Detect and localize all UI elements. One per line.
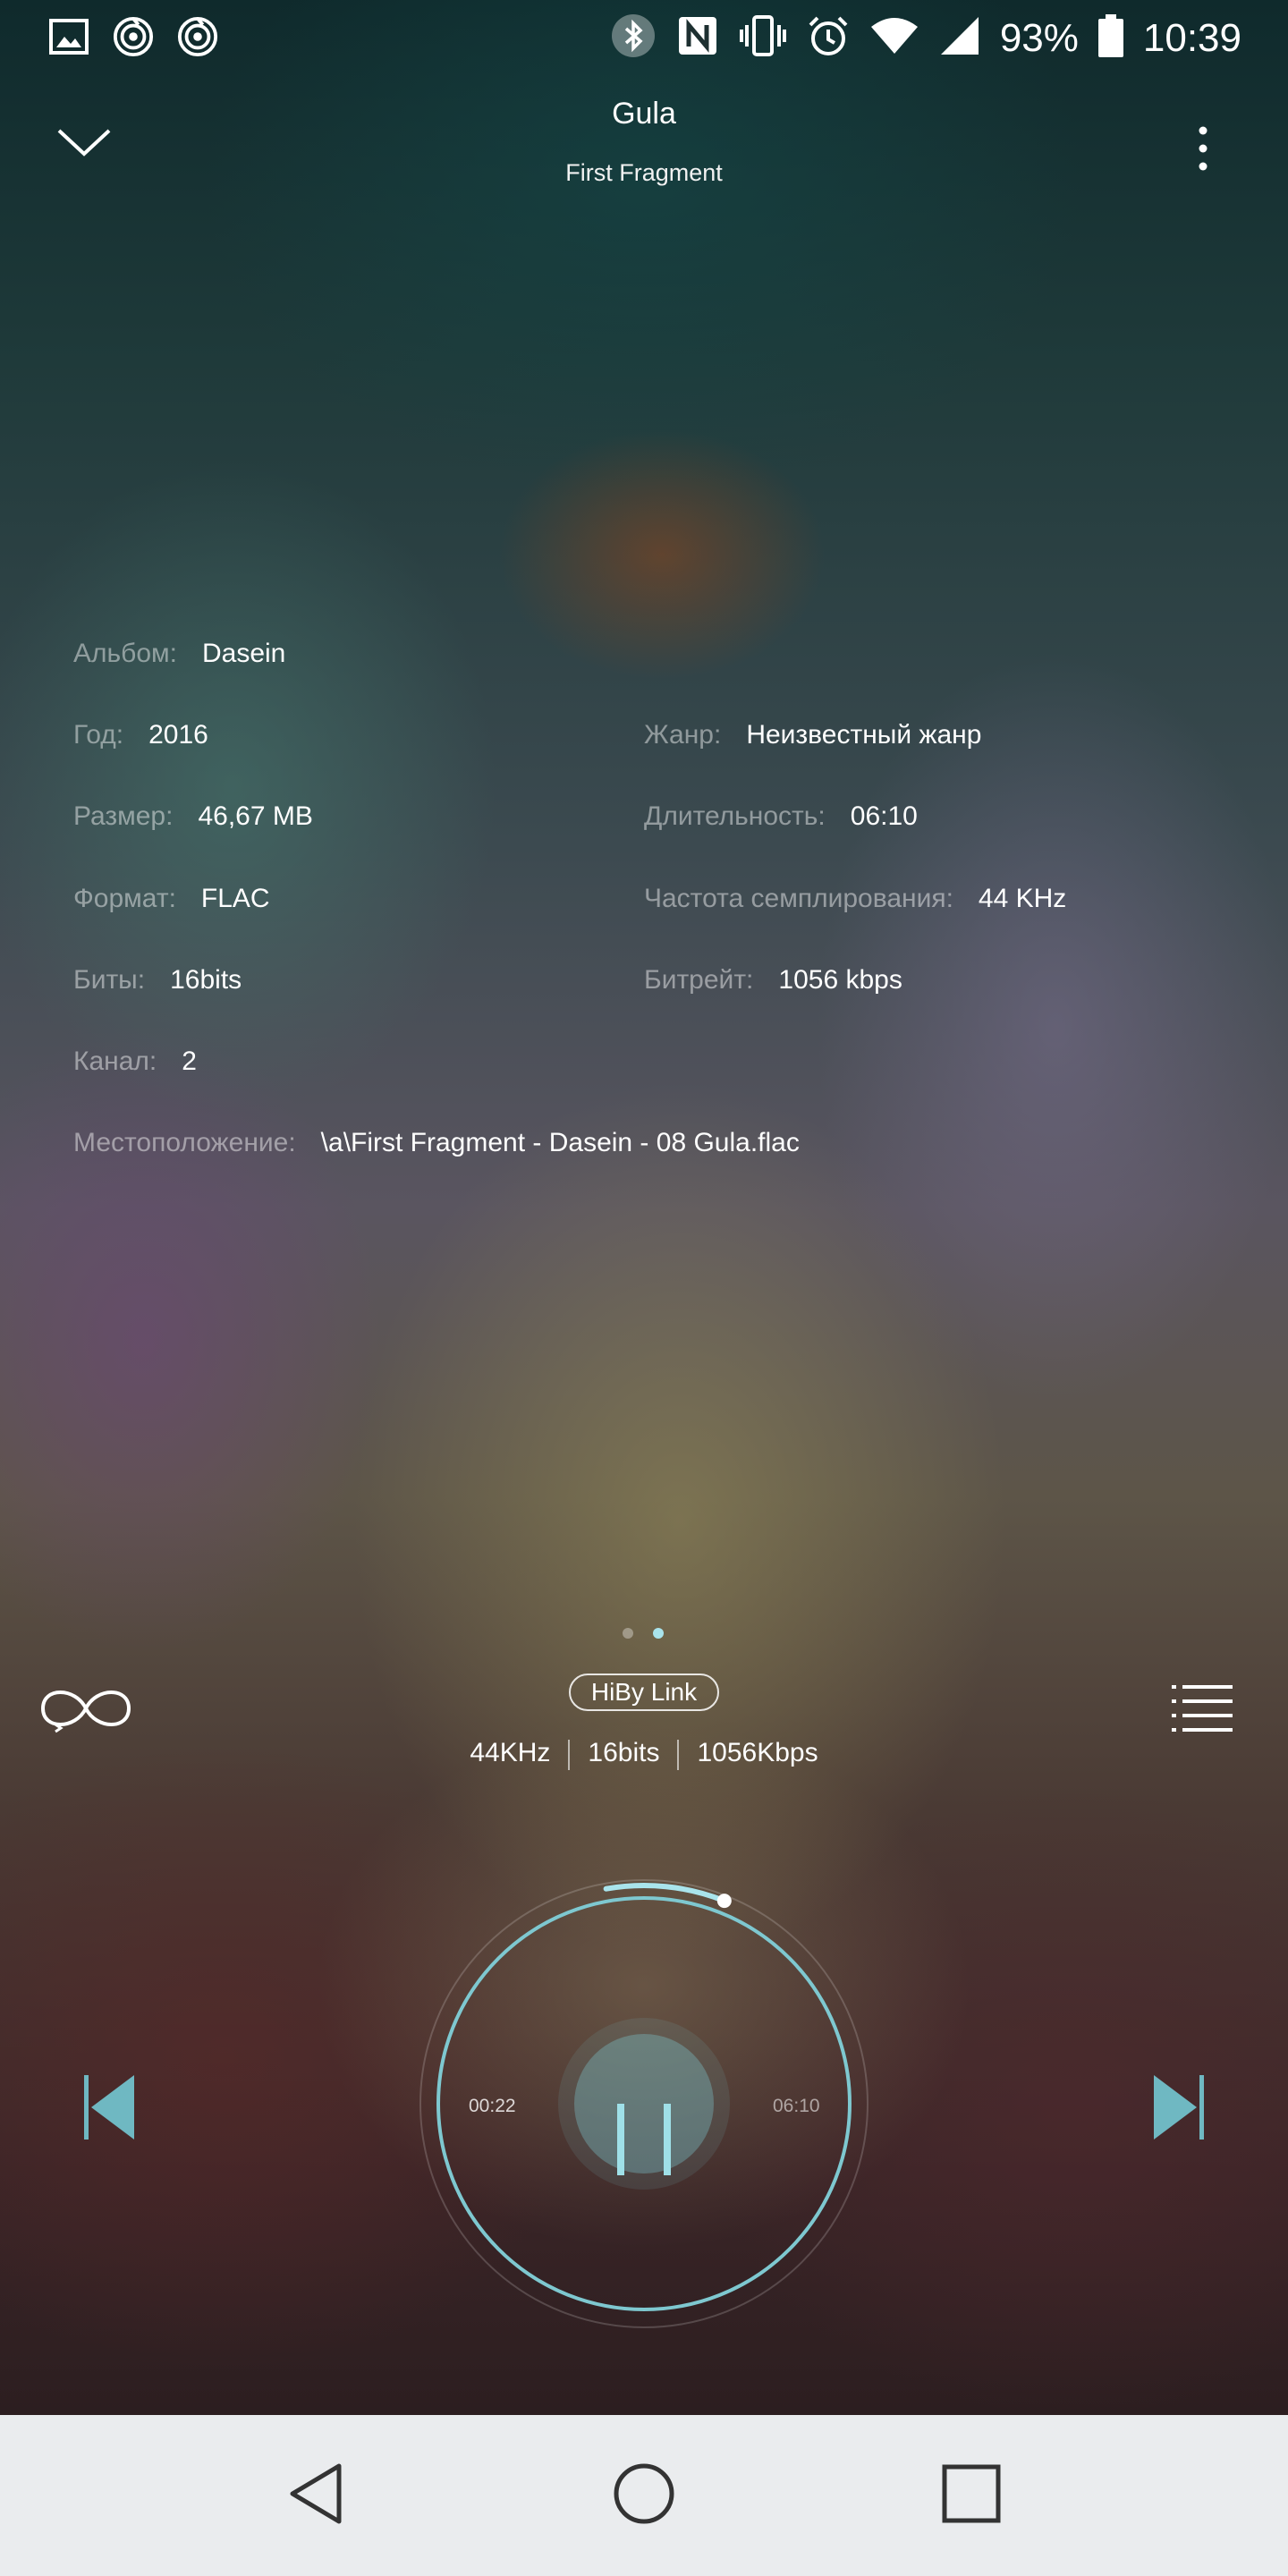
info-label: Размер: bbox=[73, 801, 174, 831]
navigation-bar bbox=[0, 2415, 1288, 2576]
info-label: Длительность: bbox=[644, 801, 826, 831]
hiby-link-button[interactable]: HiBy Link bbox=[569, 1674, 719, 1711]
info-format: Формат: FLAC bbox=[73, 884, 270, 914]
info-value: 16bits bbox=[170, 965, 242, 995]
audio-specs: 44KHz 16bits 1056Kbps bbox=[0, 1738, 1288, 1770]
spec-sample-rate: 44KHz bbox=[470, 1738, 551, 1767]
nav-recents-button[interactable] bbox=[927, 2451, 1016, 2540]
pager-dot-active[interactable] bbox=[653, 1628, 664, 1639]
info-label: Канал: bbox=[73, 1046, 157, 1076]
info-value: Dasein bbox=[201, 639, 286, 668]
vibrate-icon bbox=[739, 14, 787, 62]
battery-icon bbox=[1097, 14, 1123, 62]
previous-track-button[interactable] bbox=[82, 2072, 138, 2143]
info-genre: Жанр: Неизвестный жанр bbox=[644, 720, 981, 750]
info-album: Альбом: Dasein bbox=[73, 639, 285, 669]
info-year: Год: 2016 bbox=[73, 720, 208, 750]
signal-icon bbox=[939, 15, 980, 61]
info-value: 46,67 MB bbox=[198, 801, 313, 831]
info-value: 06:10 bbox=[850, 801, 918, 831]
nfc-icon bbox=[676, 14, 719, 62]
repeat-icon bbox=[39, 1690, 132, 1739]
status-bar: 93% 10:39 bbox=[0, 0, 1288, 75]
info-label: Битрейт: bbox=[644, 965, 754, 995]
gallery-icon bbox=[48, 16, 89, 57]
info-bits: Биты: 16bits bbox=[73, 965, 242, 996]
playlist-button[interactable] bbox=[1172, 1683, 1233, 1737]
bluetooth-icon bbox=[610, 13, 657, 64]
info-label: Альбом: bbox=[73, 639, 177, 668]
info-duration: Длительность: 06:10 bbox=[644, 801, 918, 832]
info-location: Местоположение: \a\First Fragment - Dasei… bbox=[73, 1128, 800, 1158]
info-label: Жанр: bbox=[644, 720, 722, 750]
wifi-icon bbox=[869, 16, 919, 60]
nav-home-icon bbox=[613, 2462, 675, 2529]
clock: 10:39 bbox=[1142, 15, 1241, 60]
alarm-icon bbox=[807, 14, 850, 62]
more-options-button[interactable] bbox=[1181, 122, 1225, 184]
repeat-mode-button[interactable] bbox=[39, 1682, 132, 1735]
info-value: 2 bbox=[182, 1046, 197, 1076]
info-value: \a\First Fragment - Dasein - 08 Gula.fla… bbox=[320, 1128, 800, 1157]
info-value: 44 KHz bbox=[978, 884, 1067, 913]
info-sample-rate: Частота семплирования: 44 KHz bbox=[644, 884, 1066, 914]
nav-back-button[interactable] bbox=[271, 2451, 360, 2540]
info-label: Формат: bbox=[73, 884, 176, 913]
info-label: Биты: bbox=[73, 965, 146, 995]
info-value: Неизвестный жанр bbox=[746, 720, 982, 750]
info-label: Местоположение: bbox=[73, 1128, 296, 1157]
info-value: FLAC bbox=[200, 884, 270, 913]
info-size: Размер: 46,67 MB bbox=[73, 801, 313, 832]
next-track-button[interactable] bbox=[1150, 2072, 1206, 2143]
app-notification-icon bbox=[177, 16, 218, 57]
pause-button[interactable] bbox=[608, 2104, 680, 2175]
more-vert-icon bbox=[1181, 126, 1225, 188]
skip-next-icon bbox=[1150, 2075, 1206, 2147]
pager-dot[interactable] bbox=[623, 1628, 633, 1639]
info-label: Год: bbox=[73, 720, 124, 750]
nav-recents-icon bbox=[942, 2464, 1001, 2528]
spec-bit-depth: 16bits bbox=[588, 1738, 660, 1767]
info-channel: Канал: 2 bbox=[73, 1046, 197, 1077]
pause-icon bbox=[608, 2104, 680, 2179]
info-value: 2016 bbox=[148, 720, 208, 750]
spec-bitrate: 1056Kbps bbox=[697, 1738, 818, 1767]
track-title: Gula bbox=[612, 97, 676, 131]
info-bitrate: Битрейт: 1056 kbps bbox=[644, 965, 902, 996]
playlist-icon bbox=[1172, 1685, 1233, 1737]
nav-back-icon bbox=[287, 2462, 344, 2529]
nav-home-button[interactable] bbox=[599, 2451, 689, 2540]
seek-handle bbox=[716, 1894, 732, 1909]
info-label: Частота семплирования: bbox=[644, 884, 953, 913]
track-artist: First Fragment bbox=[565, 159, 723, 186]
info-value: 1056 kbps bbox=[778, 965, 902, 995]
app-notification-icon bbox=[113, 16, 154, 57]
battery-percent: 93% bbox=[999, 15, 1079, 60]
skip-previous-icon bbox=[82, 2075, 138, 2147]
total-time: 06:10 bbox=[773, 2096, 820, 2116]
elapsed-time: 00:22 bbox=[469, 2096, 516, 2116]
